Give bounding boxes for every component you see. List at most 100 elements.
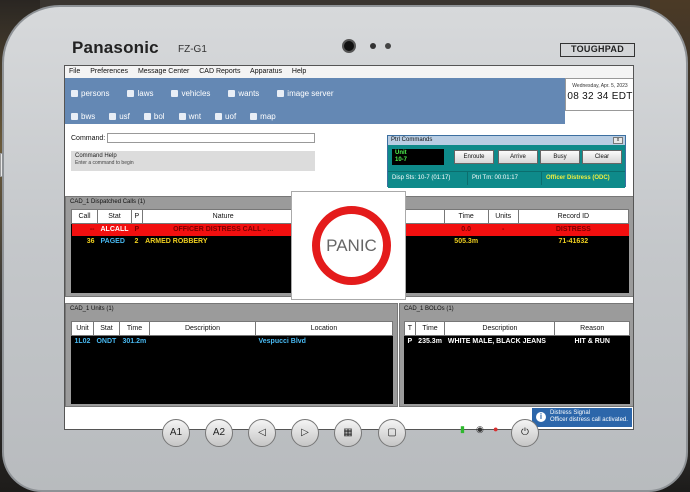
nav-label: vehicles: [181, 89, 211, 98]
cell-record-id: DISTRESS: [518, 223, 629, 236]
nav-usf[interactable]: usf: [109, 112, 130, 121]
menu-cad-reports[interactable]: CAD Reports: [199, 68, 240, 75]
col-units[interactable]: Units: [487, 209, 519, 224]
units-title: CAD_1 Units (1): [70, 306, 114, 312]
nav-block: persons laws vehicles wants image server…: [65, 78, 565, 124]
vol-up-icon: ▷: [301, 427, 309, 438]
clear-button[interactable]: Clear: [582, 150, 622, 164]
rotate-button[interactable]: ▢: [378, 419, 406, 447]
disp-status: Disp Sts: 10-7 (01:17): [388, 172, 468, 185]
cell-units: -: [488, 223, 519, 236]
cell-stat: ONDT: [93, 335, 120, 348]
vol-down-icon: ◁: [258, 427, 266, 438]
panic-ring[interactable]: PANIC: [312, 206, 391, 285]
nav-label: uof: [225, 112, 237, 121]
col-stat[interactable]: Stat: [92, 321, 120, 336]
windows-icon: ▦: [343, 427, 353, 438]
cell-call: --: [71, 223, 98, 236]
nav-bol[interactable]: bol: [143, 112, 165, 121]
col-description[interactable]: Description: [444, 321, 556, 336]
bolos-table: T Time Description Reason P 235.3m WHITE…: [404, 321, 630, 348]
cell-call: 36: [71, 235, 98, 248]
menu-apparatus[interactable]: Apparatus: [250, 68, 282, 75]
cell-time: 235.3m: [415, 335, 445, 348]
a1-button[interactable]: A1: [162, 419, 190, 447]
command-label: Command:: [71, 135, 106, 142]
nav-image-server[interactable]: image server: [277, 89, 334, 98]
col-time[interactable]: Time: [118, 321, 150, 336]
menu-help[interactable]: Help: [292, 68, 306, 75]
col-time[interactable]: Time: [443, 209, 489, 224]
power-button[interactable]: ⏻: [511, 419, 539, 447]
persons-icon: [71, 90, 78, 97]
col-t[interactable]: T: [404, 321, 416, 336]
command-input[interactable]: [107, 133, 315, 143]
busy-button[interactable]: Busy: [540, 150, 580, 164]
storage-indicator-icon: ◉: [476, 424, 484, 434]
nav-bws[interactable]: bws: [71, 112, 95, 121]
nav-vehicles[interactable]: vehicles: [171, 89, 210, 98]
ptrl-title-bar: Ptrl Commands x: [388, 136, 625, 145]
nav-uof[interactable]: uof: [215, 112, 236, 121]
toughpad-badge: TOUGHPAD: [560, 43, 635, 57]
col-p[interactable]: P: [131, 209, 143, 224]
cell-unit: 1L02: [71, 335, 94, 348]
menu-file[interactable]: File: [69, 68, 80, 75]
table-row[interactable]: P 235.3m WHITE MALE, BLACK JEANS HIT & R…: [404, 335, 630, 348]
col-time[interactable]: Time: [414, 321, 446, 336]
table-row[interactable]: 1L02 ONDT 301.2m Vespucci Blvd: [71, 335, 393, 348]
ptrl-body: Unit 10-7 Enroute Arrive Busy Clear Disp…: [388, 145, 625, 188]
nav-laws[interactable]: laws: [127, 89, 153, 98]
unit-status-box: Unit 10-7: [392, 149, 444, 165]
clock: Wednesday, Apr. 5, 2023 08 32 34 EDT: [565, 78, 633, 111]
col-unit[interactable]: Unit: [71, 321, 94, 336]
power-icon: ⏻: [521, 427, 529, 438]
col-nature[interactable]: Nature: [141, 209, 305, 224]
map-icon: [250, 113, 258, 120]
col-stat[interactable]: Stat: [97, 209, 132, 224]
info-icon: i: [536, 412, 546, 422]
nav-wants[interactable]: wants: [228, 89, 259, 98]
units-table-area: Unit Stat Time Description Location 1L02…: [71, 321, 394, 404]
volume-down-button[interactable]: ◁: [248, 419, 276, 447]
drive-indicator-icon: ●: [493, 424, 499, 434]
menu-message-center[interactable]: Message Center: [138, 68, 189, 75]
nav-label: usf: [119, 112, 130, 121]
col-description[interactable]: Description: [148, 321, 256, 336]
col-location[interactable]: Location: [254, 321, 394, 336]
unit-status: 10-7: [395, 157, 408, 163]
notification-text: Officer distress call activated.: [550, 417, 628, 423]
nav-wnt[interactable]: wnt: [178, 112, 201, 121]
arrive-button[interactable]: Arrive: [498, 150, 538, 164]
ptrl-title: Ptrl Commands: [391, 137, 433, 143]
windows-button[interactable]: ▦: [334, 419, 362, 447]
command-help-title: Command Help: [75, 153, 117, 159]
distress-notification[interactable]: i Distress Signal Officer distress call …: [532, 408, 632, 427]
nav-persons[interactable]: persons: [71, 89, 109, 98]
a2-button[interactable]: A2: [205, 419, 233, 447]
clock-date: Wednesday, Apr. 5, 2023: [572, 83, 628, 89]
units-table: Unit Stat Time Description Location 1L02…: [71, 321, 394, 348]
wants-icon: [228, 90, 236, 97]
nav-row-2: bws usf bol wnt uof map: [71, 112, 276, 121]
bolos-title: CAD_1 BOLOs (1): [404, 306, 454, 312]
nav-label: image server: [287, 89, 334, 98]
menu-preferences[interactable]: Preferences: [90, 68, 128, 75]
col-record-id[interactable]: Record ID: [517, 209, 630, 224]
cell-t: P: [404, 335, 416, 348]
nav-label: map: [260, 112, 276, 121]
cell-reason: HIT & RUN: [554, 335, 630, 348]
panic-overlay[interactable]: PANIC: [291, 191, 406, 300]
cell-description: WHITE MALE, BLACK JEANS: [444, 335, 555, 348]
ptrl-commands-window: Ptrl Commands x Unit 10-7 Enroute Arrive…: [387, 135, 626, 188]
enroute-button[interactable]: Enroute: [454, 150, 494, 164]
sensor-icon: [370, 43, 376, 49]
notification-title: Distress Signal: [550, 410, 591, 416]
col-reason[interactable]: Reason: [554, 321, 630, 336]
panic-label: PANIC: [326, 235, 377, 255]
close-icon[interactable]: x: [613, 137, 623, 144]
nav-map[interactable]: map: [250, 112, 276, 121]
col-call[interactable]: Call: [71, 209, 98, 224]
volume-up-button[interactable]: ▷: [291, 419, 319, 447]
nav-label: persons: [81, 89, 110, 98]
